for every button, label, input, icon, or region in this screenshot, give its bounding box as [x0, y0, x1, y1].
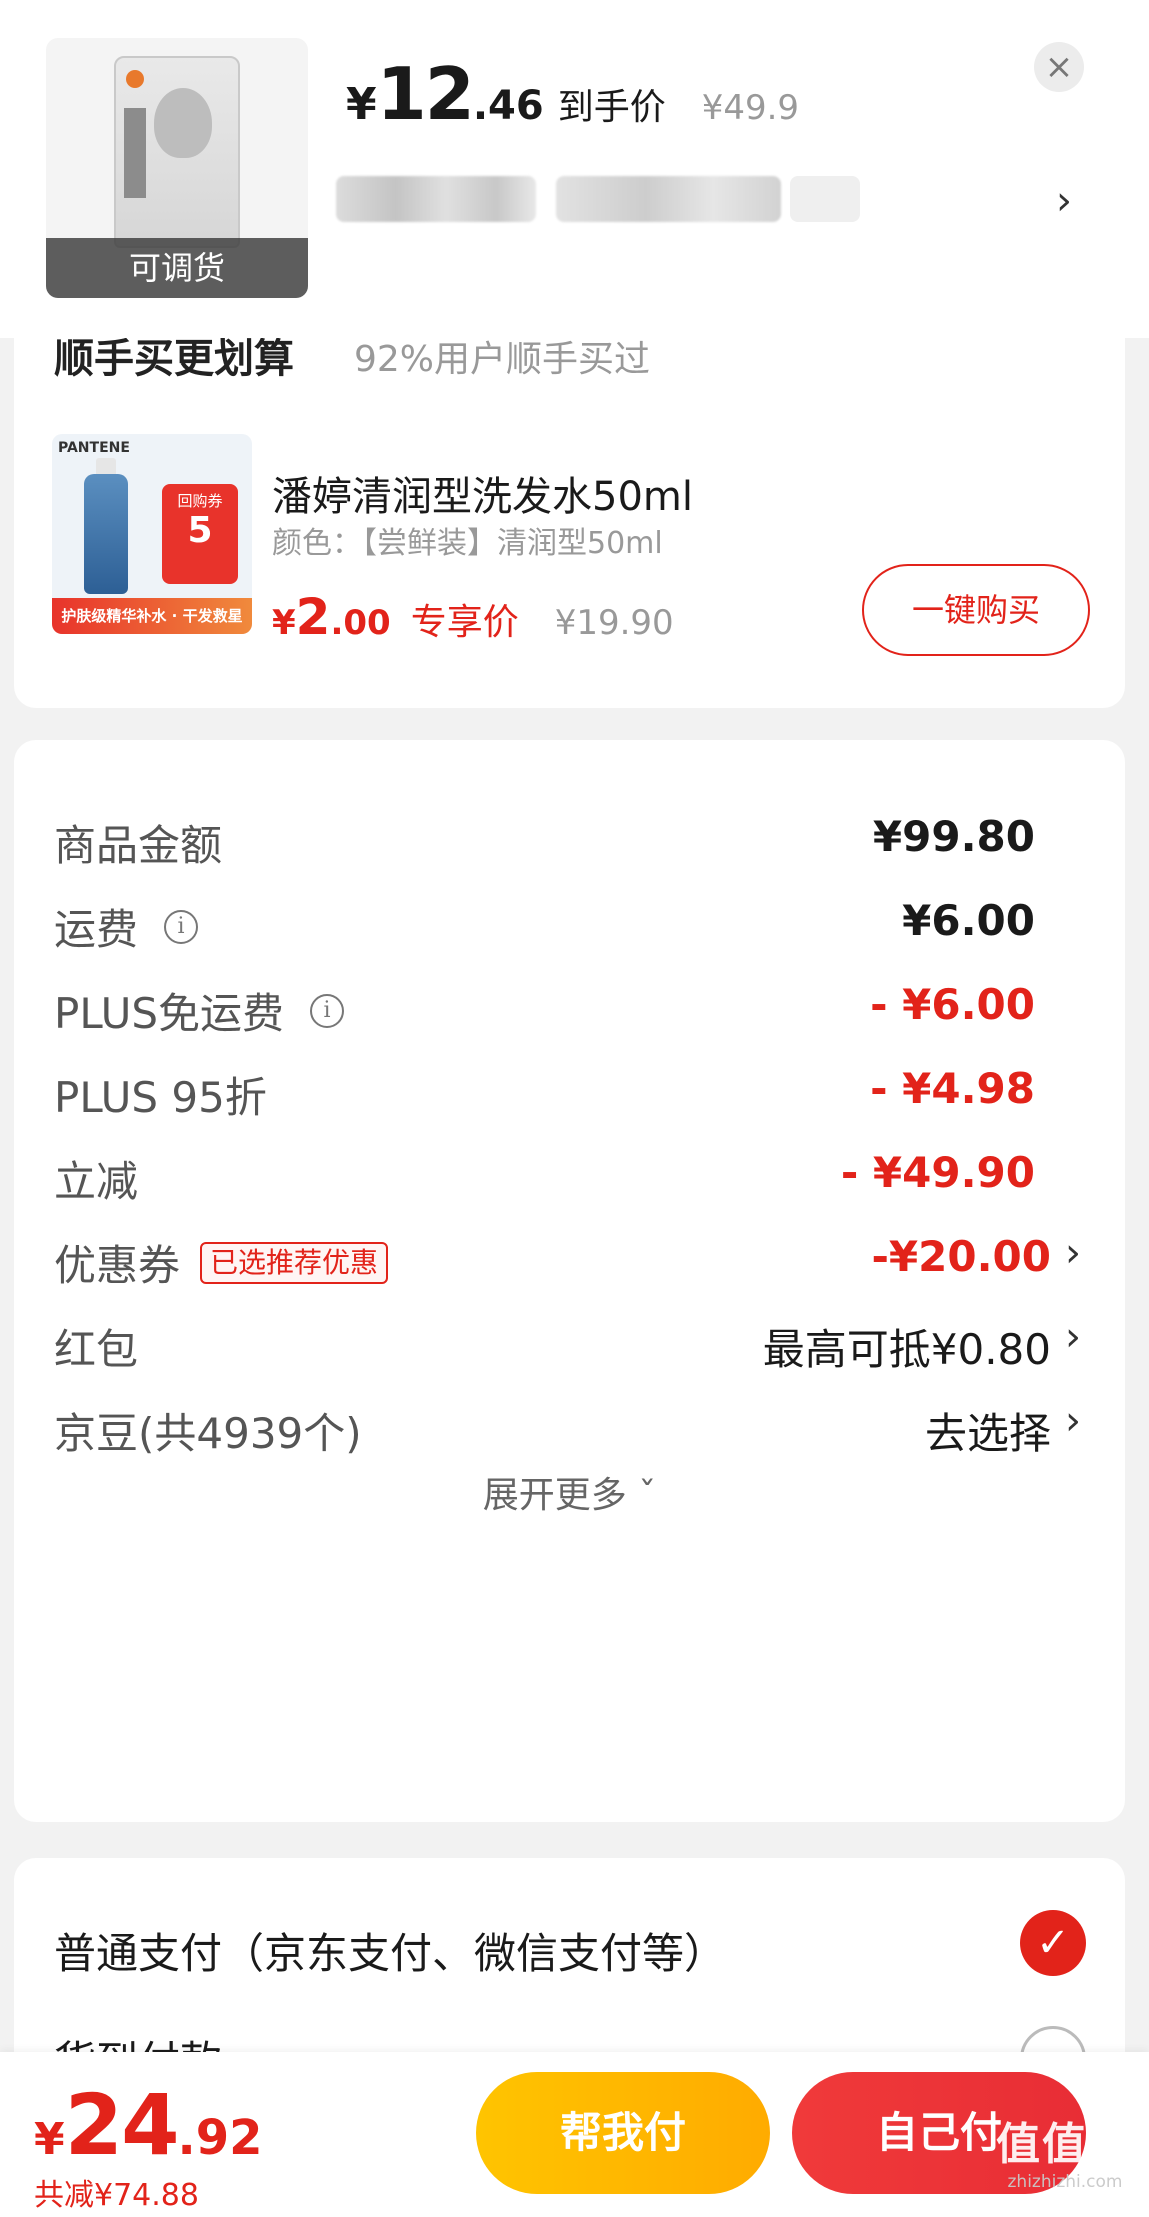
- summary-label: 立减: [54, 1157, 139, 1206]
- upsell-product-image[interactable]: PANTENE 回购券 5 护肤级精华补水 · 干发救星: [52, 434, 252, 634]
- upsell-product-name[interactable]: 潘婷清润型洗发水50ml: [272, 464, 693, 522]
- promo-brand-logo: PANTENE: [58, 440, 130, 456]
- chevron-right-icon[interactable]: ›: [1065, 1314, 1081, 1360]
- watermark-logo: 值值值: [996, 2119, 1134, 2170]
- summary-value: - ¥49.90: [840, 1148, 1035, 1197]
- summary-value: -¥20.00: [871, 1232, 1051, 1281]
- price-label: 到手价: [557, 87, 666, 128]
- summary-label: 优惠券 已选推荐优惠: [54, 1232, 389, 1293]
- summary-row-goods-amount: 商品金额 ¥99.80: [14, 798, 1125, 878]
- original-price: ¥49.9: [701, 88, 800, 128]
- help-me-pay-button[interactable]: 帮我付: [476, 2072, 770, 2194]
- payment-option-normal[interactable]: 普通支付（京东支付、微信支付等）: [54, 1920, 726, 1981]
- expand-more-button[interactable]: 展开更多 ˇ: [14, 1466, 1125, 1518]
- final-price: ¥ 12 .46 到手价 ¥49.9: [346, 52, 800, 136]
- product-thumbnail[interactable]: 可调货: [46, 38, 308, 298]
- summary-label: 商品金额: [54, 821, 223, 870]
- summary-value: - ¥4.98: [870, 1064, 1035, 1113]
- info-icon[interactable]: i: [310, 993, 345, 1028]
- checkout-bar: ¥ 24 .92 共减¥74.88 帮我付 自己付: [0, 2052, 1149, 2217]
- price-currency: ¥: [346, 79, 377, 130]
- address-chevron-icon[interactable]: ›: [1056, 178, 1072, 224]
- total-currency: ¥: [34, 2114, 65, 2165]
- deal-label: 专享价: [410, 602, 519, 643]
- upsell-product-spec: 颜色：【尝鲜装】清润型50ml: [272, 526, 663, 561]
- summary-value: ¥99.80: [872, 812, 1035, 861]
- deal-currency: ¥: [272, 603, 296, 643]
- order-summary-card: 商品金额 ¥99.80 运费 i ¥6.00 PLUS免运费 i - ¥6.00…: [14, 740, 1125, 1822]
- close-icon[interactable]: ×: [1034, 42, 1084, 92]
- site-watermark: 值值值 zhizhizhi.com: [990, 2118, 1140, 2210]
- deal-integer: 2: [295, 588, 331, 646]
- total-saved: 共减¥74.88: [34, 2178, 199, 2213]
- watermark-url: zhizhizhi.com: [1007, 2172, 1123, 2192]
- shampoo-bottle-icon: [84, 474, 128, 594]
- summary-label: PLUS免运费 i: [54, 980, 345, 1041]
- summary-row-red-packet[interactable]: 红包 最高可抵¥0.80 ›: [14, 1302, 1125, 1382]
- summary-row-plus-free-shipping: PLUS免运费 i - ¥6.00: [14, 966, 1125, 1046]
- summary-label: 运费 i: [54, 896, 199, 957]
- recommended-coupon-tag: 已选推荐优惠: [200, 1241, 389, 1284]
- upsell-card: 顺手买更划算 92%用户顺手买过 ^ PANTENE 回购券 5 护肤级精华补水…: [14, 300, 1125, 708]
- rice-bag-image: [114, 56, 240, 248]
- summary-row-shipping: 运费 i ¥6.00: [14, 882, 1125, 962]
- summary-row-coupon[interactable]: 优惠券 已选推荐优惠 -¥20.00 ›: [14, 1218, 1125, 1298]
- total-decimal: .92: [177, 2110, 263, 2166]
- summary-value: 最高可抵¥0.80: [762, 1325, 1051, 1374]
- product-header: 可调货 ¥ 12 .46 到手价 ¥49.9 › ×: [0, 0, 1149, 338]
- label-band: [124, 108, 146, 198]
- one-click-buy-button[interactable]: 一键购买: [862, 564, 1090, 656]
- summary-row-jingdou[interactable]: 京豆(共4939个) 去选择 ›: [14, 1386, 1125, 1466]
- summary-row-plus-discount: PLUS 95折 - ¥4.98: [14, 1050, 1125, 1130]
- upsell-price: ¥ 2 .00 专享价 ¥19.90: [272, 588, 674, 646]
- promo-banner: 护肤级精华补水 · 干发救星: [52, 598, 252, 634]
- total-integer: 24: [64, 2076, 180, 2174]
- summary-value: - ¥6.00: [870, 980, 1035, 1029]
- summary-row-instant-reduction: 立减 - ¥49.90: [14, 1134, 1125, 1214]
- deal-decimal: .00: [330, 603, 391, 643]
- summary-label: PLUS 95折: [54, 1073, 267, 1122]
- promo-coupon-badge: 回购券 5: [162, 484, 238, 584]
- summary-label: 红包: [54, 1325, 139, 1374]
- brand-mark: [126, 70, 144, 88]
- promo-coupon-title: 回购券: [177, 492, 223, 510]
- summary-value: 去选择: [924, 1409, 1051, 1458]
- price-integer: 12: [376, 52, 475, 136]
- total-price: ¥ 24 .92: [34, 2076, 263, 2174]
- blurred-address-part1: [336, 176, 536, 222]
- blurred-address-part2: [556, 176, 781, 222]
- promo-coupon-number: 5: [187, 510, 213, 551]
- summary-label: 京豆(共4939个): [54, 1409, 362, 1458]
- summary-value: ¥6.00: [902, 896, 1035, 945]
- portrait-graphic: [154, 88, 212, 158]
- chevron-right-icon[interactable]: ›: [1065, 1230, 1081, 1276]
- checkmark-icon[interactable]: ✓: [1020, 1910, 1086, 1976]
- transfer-stock-tag: 可调货: [46, 238, 308, 298]
- deal-original-price: ¥19.90: [554, 603, 674, 643]
- chevron-right-icon[interactable]: ›: [1065, 1398, 1081, 1444]
- info-icon[interactable]: i: [164, 909, 199, 944]
- blurred-address-part3: [790, 176, 860, 222]
- price-decimal: .46: [472, 83, 544, 129]
